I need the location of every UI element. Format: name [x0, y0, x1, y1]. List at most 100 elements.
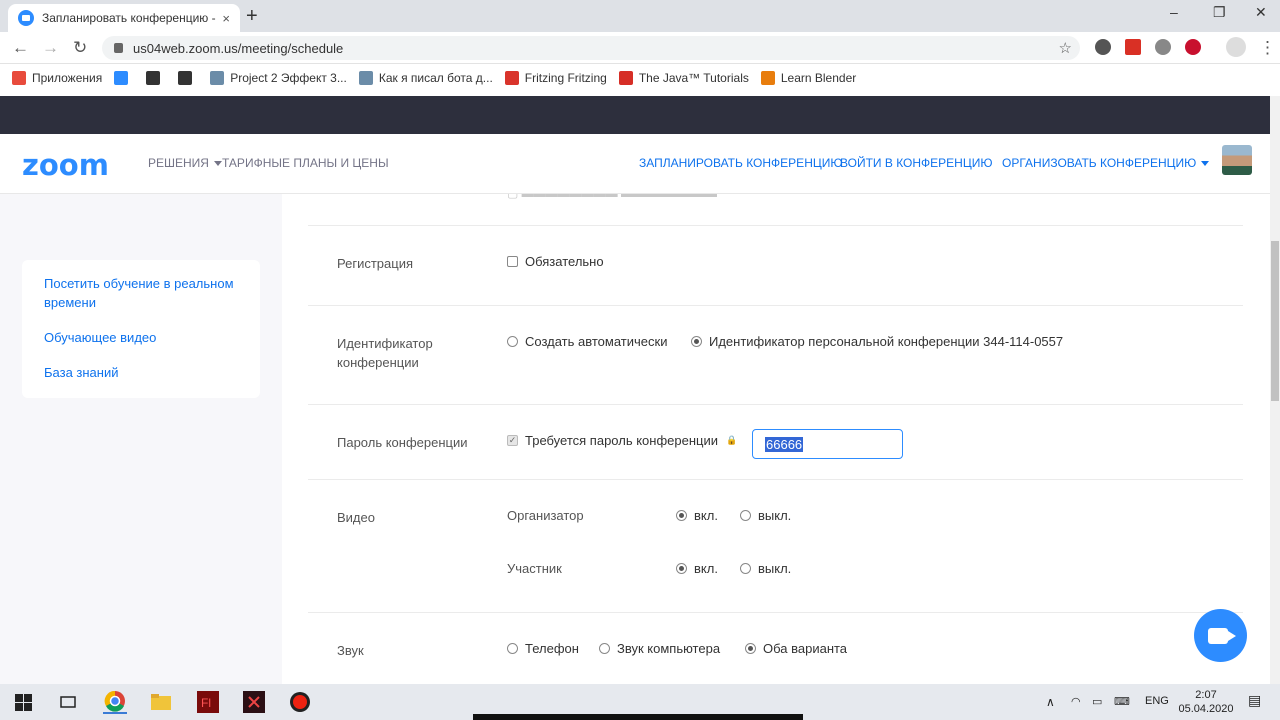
- notifications-icon[interactable]: ▤: [1248, 692, 1261, 709]
- minimize-icon[interactable]: –: [1170, 4, 1178, 20]
- clock[interactable]: 2:07 05.04.2020: [1172, 688, 1240, 716]
- sidebar-item-knowledge-base[interactable]: База знаний: [44, 363, 244, 382]
- video-participant-on-label: вкл.: [694, 561, 718, 576]
- video-participant-on-radio[interactable]: вкл.: [676, 561, 718, 576]
- password-required-checkbox[interactable]: ✓ Требуется пароль конференции 🔒: [507, 433, 737, 448]
- nav-solutions-label: РЕШЕНИЯ: [148, 156, 209, 170]
- flash-app-icon[interactable]: Fl: [196, 690, 220, 714]
- tray-expand-icon[interactable]: ∧: [1046, 695, 1055, 709]
- sidebar-item-live-training[interactable]: Посетить обучение в реальном времени: [44, 274, 244, 312]
- profile-icon[interactable]: [1226, 37, 1246, 57]
- bookmark-favicon-icon: [504, 71, 519, 85]
- meeting-id-auto-radio[interactable]: Создать автоматически: [507, 334, 667, 349]
- extension-icon[interactable]: [1095, 39, 1111, 55]
- nav-schedule[interactable]: ЗАПЛАНИРОВАТЬ КОНФЕРЕНЦИЮ: [639, 156, 842, 170]
- bookmark-item[interactable]: Fritzing Fritzing: [504, 71, 607, 85]
- password-option-label: Требуется пароль конференции: [525, 433, 718, 448]
- chrome-taskbar-icon[interactable]: [103, 690, 127, 714]
- tab-title: Запланировать конференцию -: [42, 11, 216, 25]
- svg-text:Fl: Fl: [201, 696, 211, 710]
- bookmark-favicon-icon: [114, 71, 129, 85]
- page-scrollbar[interactable]: [1270, 96, 1280, 684]
- bookmark-item[interactable]: Project 2 Эффект 3...: [210, 71, 347, 85]
- bookmark-label: Как я писал бота д...: [378, 71, 493, 85]
- nav-host-label: ОРГАНИЗОВАТЬ КОНФЕРЕНЦИЮ: [1002, 156, 1197, 170]
- video-participant-label: Участник: [507, 561, 562, 576]
- back-arrow-icon[interactable]: ←: [12, 38, 29, 58]
- bookmark-item[interactable]: Приложения: [12, 71, 102, 85]
- bookmark-item[interactable]: [178, 71, 198, 85]
- video-participant-off-radio[interactable]: выкл.: [740, 561, 791, 576]
- tab-close-icon[interactable]: ×: [222, 11, 230, 26]
- avatar[interactable]: [1222, 145, 1252, 175]
- nav-solutions[interactable]: РЕШЕНИЯ: [148, 156, 222, 170]
- nav-plans[interactable]: ТАРИФНЫЕ ПЛАНЫ И ЦЕНЫ: [222, 156, 389, 170]
- scrollbar-thumb[interactable]: [1271, 241, 1279, 401]
- language-indicator[interactable]: ENG: [1145, 695, 1169, 707]
- audio-both-radio[interactable]: Оба варианта: [745, 641, 847, 656]
- meeting-id-personal-label: Идентификатор персональной конференции 3…: [709, 334, 1064, 349]
- radio-icon: [740, 563, 751, 574]
- bookmark-extension-icon[interactable]: [1125, 39, 1141, 55]
- close-window-icon[interactable]: ✕: [1255, 4, 1267, 21]
- reload-icon[interactable]: ↻: [73, 38, 87, 58]
- password-value: 66666: [765, 436, 804, 452]
- registration-required-checkbox[interactable]: Обязательно: [507, 254, 604, 269]
- adblock-icon[interactable]: [1185, 39, 1201, 55]
- divider: [308, 225, 1243, 226]
- clock-date: 05.04.2020: [1178, 703, 1234, 715]
- lock-icon: 🔒: [726, 435, 738, 445]
- battery-icon[interactable]: ▭: [1092, 695, 1102, 708]
- bookmark-item[interactable]: Как я писал бота д...: [358, 71, 493, 85]
- video-host-off-radio[interactable]: выкл.: [740, 508, 791, 523]
- sidebar-item-video-tutorials[interactable]: Обучающее видео: [44, 328, 244, 347]
- record-app-icon[interactable]: [288, 690, 312, 714]
- registration-option-label: Обязательно: [525, 254, 604, 269]
- checkbox-checked-icon: ✓: [507, 435, 518, 446]
- nav-join[interactable]: ВОЙТИ В КОНФЕРЕНЦИЮ: [840, 156, 992, 170]
- meeting-id-auto-label: Создать автоматически: [525, 334, 668, 349]
- wifi-icon[interactable]: ◠: [1071, 695, 1081, 708]
- forward-arrow-icon[interactable]: →: [42, 38, 59, 58]
- chevron-down-icon: [213, 161, 222, 167]
- nav-host[interactable]: ОРГАНИЗОВАТЬ КОНФЕРЕНЦИЮ: [1002, 156, 1210, 170]
- bookmark-favicon-icon: [178, 71, 193, 85]
- divider: [308, 404, 1243, 405]
- animate-app-icon[interactable]: [242, 690, 266, 714]
- bookmark-label: Project 2 Эффект 3...: [230, 71, 347, 85]
- url-input[interactable]: us04web.zoom.us/meeting/schedule ☆: [102, 36, 1080, 60]
- zoom-logo[interactable]: zoom: [22, 148, 109, 182]
- url-text: us04web.zoom.us/meeting/schedule: [133, 40, 344, 56]
- password-input[interactable]: 66666: [752, 429, 903, 459]
- keyboard-icon[interactable]: ⌨: [1114, 695, 1130, 708]
- video-host-on-radio[interactable]: вкл.: [676, 508, 718, 523]
- browser-tab[interactable]: Запланировать конференцию - ×: [8, 4, 240, 32]
- windows-start-icon[interactable]: [11, 690, 35, 714]
- audio-label: Звук: [337, 643, 364, 658]
- bookmark-favicon-icon: [760, 71, 775, 85]
- bookmark-item[interactable]: The Java™ Tutorials: [618, 71, 749, 85]
- zoom-video-chat-button[interactable]: [1194, 609, 1247, 662]
- video-host-label: Организатор: [507, 508, 584, 523]
- bookmark-item[interactable]: [114, 71, 134, 85]
- bookmark-item[interactable]: Learn Blender: [760, 71, 856, 85]
- video-label: Видео: [337, 510, 375, 525]
- task-view-icon[interactable]: [56, 690, 80, 714]
- bookmark-label: The Java™ Tutorials: [638, 71, 749, 85]
- file-explorer-icon[interactable]: [149, 690, 173, 714]
- password-label: Пароль конференции: [337, 435, 468, 450]
- zoom-favicon-icon: [18, 10, 34, 26]
- meeting-id-personal-radio[interactable]: Идентификатор персональной конференции 3…: [691, 334, 1063, 349]
- meeting-id-label: Идентификатор конференции: [337, 336, 433, 370]
- schedule-form: ▢ ▬▬▬▬▬▬▬▬ ▬▬▬▬▬▬▬▬ Регистрация Обязател…: [282, 194, 1270, 684]
- video-camera-icon: [1207, 627, 1236, 644]
- cloud-extension-icon[interactable]: [1155, 39, 1171, 55]
- bookmark-item[interactable]: [146, 71, 166, 85]
- chevron-down-icon: [1201, 161, 1210, 167]
- audio-phone-radio[interactable]: Телефон: [507, 641, 579, 656]
- maximize-icon[interactable]: ❐: [1213, 4, 1226, 21]
- audio-computer-radio[interactable]: Звук компьютера: [599, 641, 720, 656]
- new-tab-button[interactable]: +: [246, 5, 258, 28]
- bookmark-star-icon[interactable]: ☆: [1059, 39, 1072, 57]
- menu-dots-icon[interactable]: ⋮: [1259, 38, 1276, 58]
